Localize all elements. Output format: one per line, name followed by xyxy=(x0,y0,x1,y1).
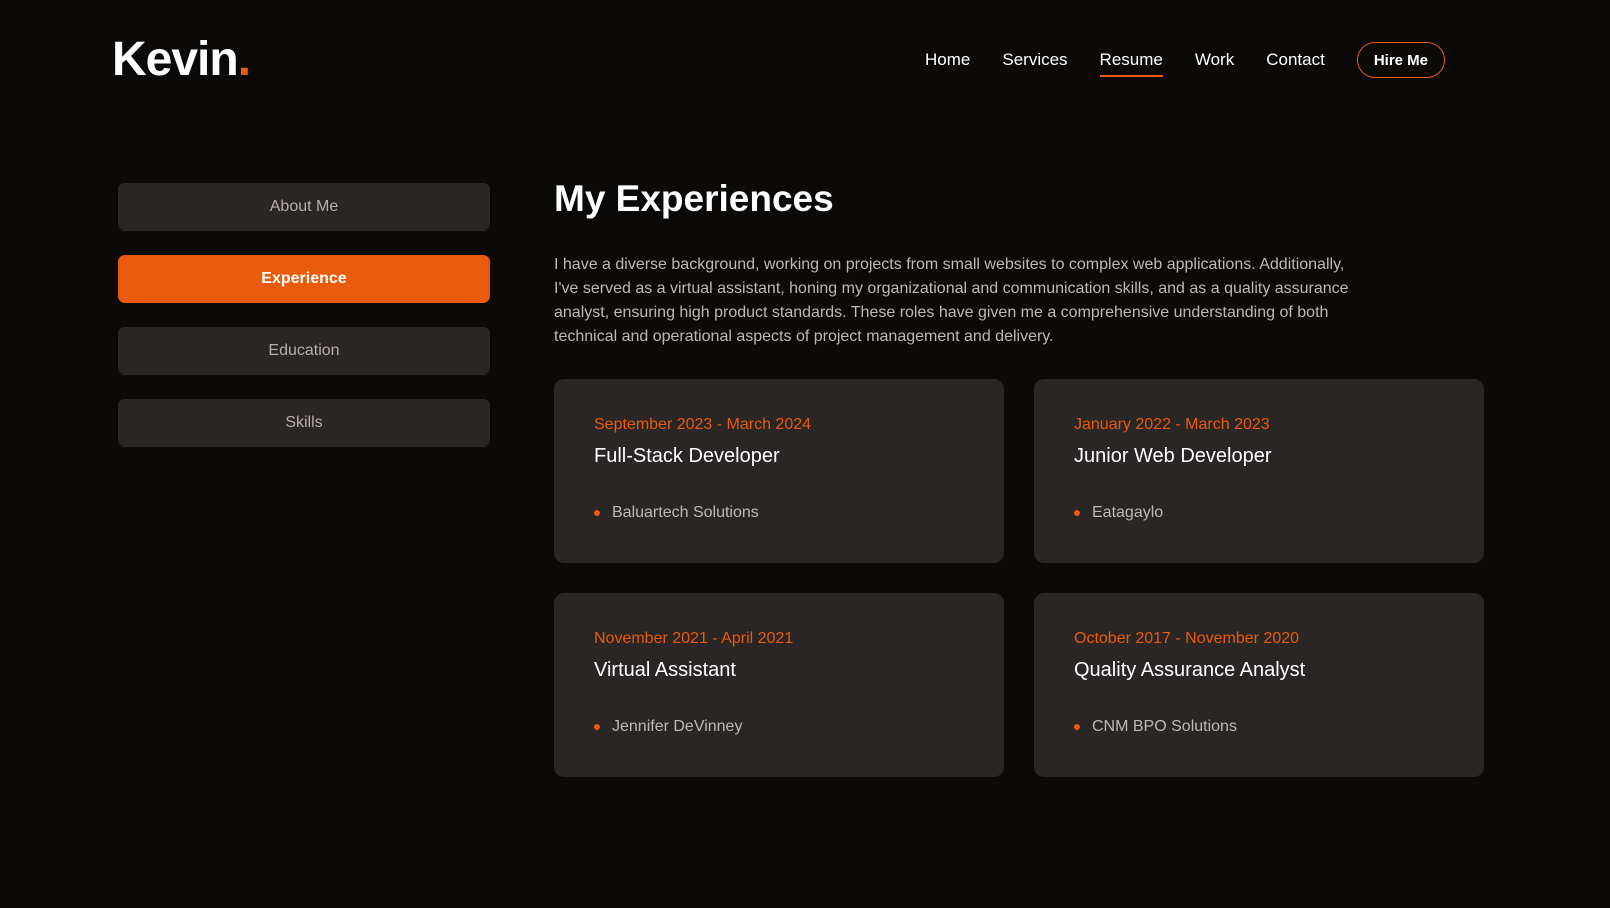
experience-date: October 2017 - November 2020 xyxy=(1074,630,1300,647)
main-nav: Home Services Resume Work Contact Hire M… xyxy=(893,42,1445,78)
experience-section: My Experiences I have a diverse backgrou… xyxy=(554,175,1484,777)
experience-card: October 2017 - November 2020 Quality Ass… xyxy=(1034,593,1484,777)
sidebar-item-experience[interactable]: Experience xyxy=(118,255,490,303)
experience-card: September 2023 - March 2024 Full-Stack D… xyxy=(554,379,1004,563)
page-title: My Experiences xyxy=(554,178,834,219)
experience-card: November 2021 - April 2021 Virtual Assis… xyxy=(554,593,1004,777)
bullet-icon xyxy=(1074,724,1080,730)
experience-company: Jennifer DeVinney xyxy=(594,717,964,737)
nav-home[interactable]: Home xyxy=(925,43,970,77)
company-name: Jennifer DeVinney xyxy=(612,718,743,735)
nav-work[interactable]: Work xyxy=(1195,43,1234,77)
hire-me-button[interactable]: Hire Me xyxy=(1356,42,1445,78)
nav-resume[interactable]: Resume xyxy=(1099,43,1164,77)
logo[interactable]: Kevin. xyxy=(112,30,251,90)
bullet-icon xyxy=(594,724,600,730)
page: Kevin. Home Services Resume Work Contact… xyxy=(0,0,1610,908)
sidebar-item-education[interactable]: Education xyxy=(118,327,490,375)
experience-date: January 2022 - March 2023 xyxy=(1074,416,1270,433)
company-name: Baluartech Solutions xyxy=(612,504,759,521)
sidebar-item-about-me[interactable]: About Me xyxy=(118,183,490,231)
experience-date: November 2021 - April 2021 xyxy=(594,630,794,647)
experience-card: January 2022 - March 2023 Junior Web Dev… xyxy=(1034,379,1484,563)
experience-role: Quality Assurance Analyst xyxy=(1074,659,1306,681)
site-header: Kevin. Home Services Resume Work Contact… xyxy=(0,0,1610,120)
experience-role: Virtual Assistant xyxy=(594,659,736,681)
experience-company: Baluartech Solutions xyxy=(594,503,964,523)
experience-date: September 2023 - March 2024 xyxy=(594,416,812,433)
experience-role: Full-Stack Developer xyxy=(594,445,780,467)
experience-company: Eatagaylo xyxy=(1074,503,1444,523)
company-name: CNM BPO Solutions xyxy=(1092,718,1237,735)
experience-role: Junior Web Developer xyxy=(1074,445,1272,467)
logo-text: Kevin xyxy=(112,33,239,86)
logo-dot: . xyxy=(237,33,251,86)
bullet-icon xyxy=(594,510,600,516)
resume-sidebar: About Me Experience Education Skills xyxy=(118,183,490,471)
intro-paragraph: I have a diverse background, working on … xyxy=(554,256,1349,345)
experience-company: CNM BPO Solutions xyxy=(1074,717,1444,737)
sidebar-item-skills[interactable]: Skills xyxy=(118,399,490,447)
bullet-icon xyxy=(1074,510,1080,516)
company-name: Eatagaylo xyxy=(1092,504,1164,521)
experience-grid: September 2023 - March 2024 Full-Stack D… xyxy=(554,379,1484,777)
nav-contact[interactable]: Contact xyxy=(1266,43,1325,77)
nav-services[interactable]: Services xyxy=(1002,43,1067,77)
